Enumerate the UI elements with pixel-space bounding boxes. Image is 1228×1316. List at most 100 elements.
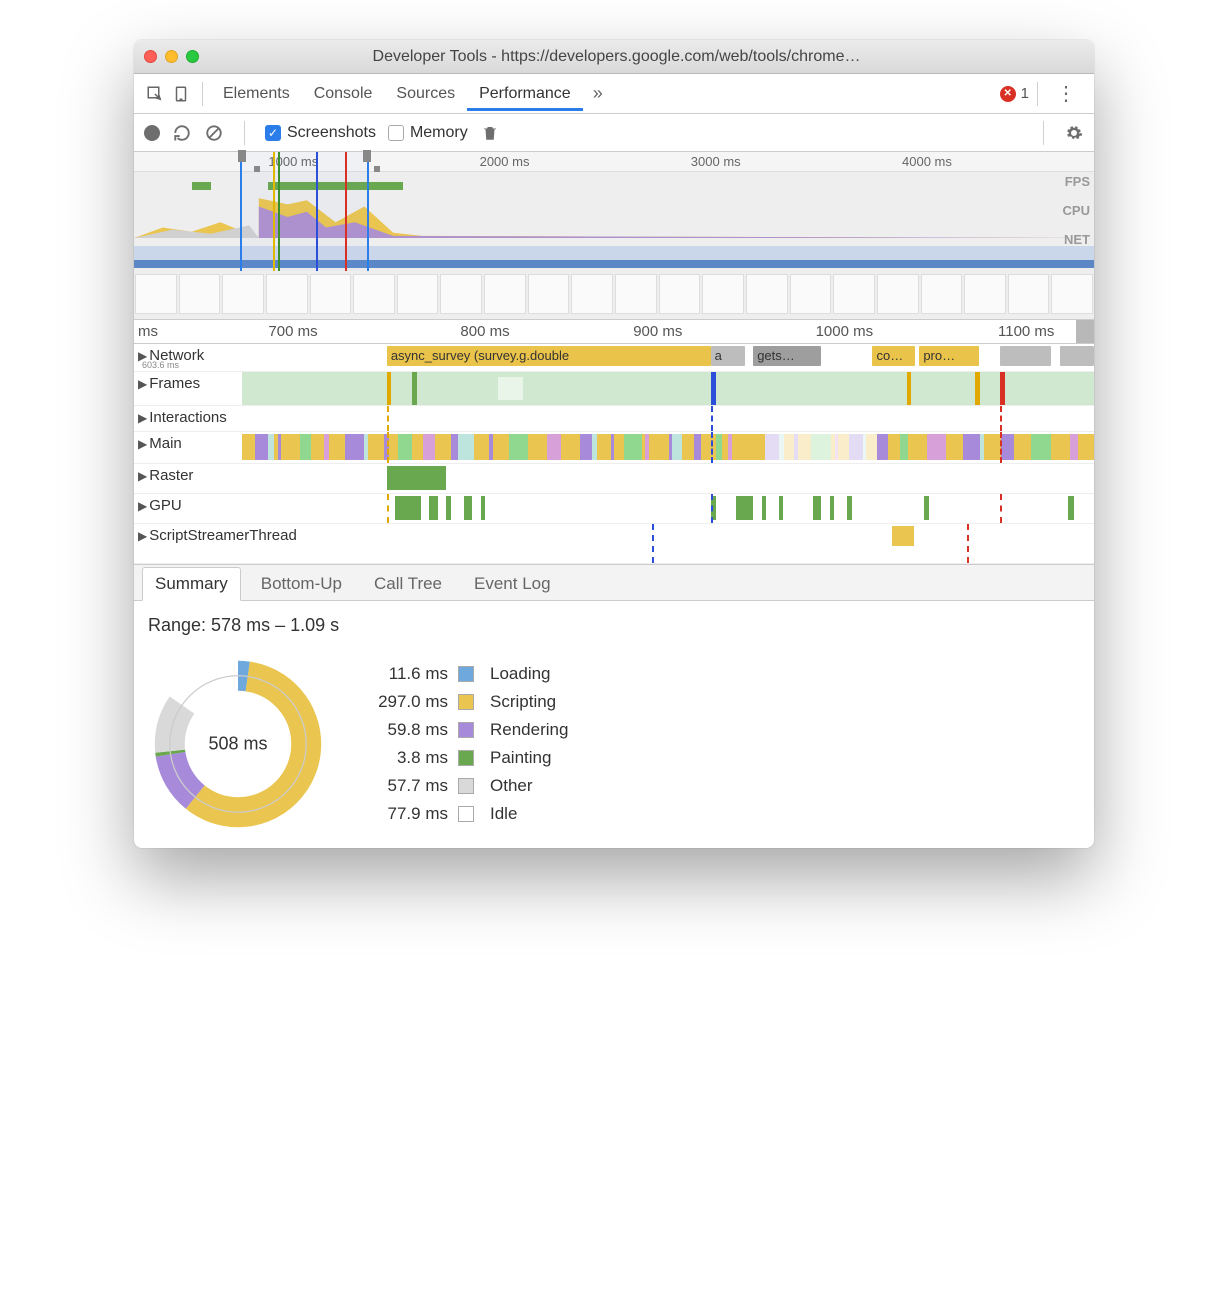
selection-range[interactable] xyxy=(240,152,370,271)
track-label: Raster xyxy=(149,467,193,484)
network-bar[interactable] xyxy=(1060,346,1094,366)
tab-event-log[interactable]: Event Log xyxy=(462,568,563,600)
tab-performance[interactable]: Performance xyxy=(467,77,583,111)
expand-icon[interactable]: ▶ xyxy=(138,527,147,543)
expand-icon[interactable]: ▶ xyxy=(138,467,147,483)
thumbnail xyxy=(833,274,875,314)
overview-pane[interactable]: 1000 ms 2000 ms 3000 ms 4000 ms FPS CPU … xyxy=(134,152,1094,320)
expand-icon[interactable]: ▶ xyxy=(138,435,147,451)
marker-line xyxy=(316,152,318,271)
ruler-tick: 2000 ms xyxy=(480,154,530,169)
memory-label: Memory xyxy=(410,124,468,142)
error-count: 1 xyxy=(1021,85,1029,102)
network-bar[interactable]: a xyxy=(711,346,745,366)
checkbox-icon: ✓ xyxy=(265,125,281,141)
thumbnail xyxy=(266,274,308,314)
thumbnail xyxy=(921,274,963,314)
checkbox-icon xyxy=(388,125,404,141)
main-segment xyxy=(624,434,642,460)
network-bar[interactable]: co… xyxy=(872,346,915,366)
main-segment xyxy=(547,434,561,460)
clear-button[interactable] xyxy=(204,123,224,143)
track-interactions: ▶Interactions xyxy=(134,406,1094,432)
main-segment xyxy=(368,434,384,460)
device-toggle-icon[interactable] xyxy=(168,81,194,107)
expand-icon[interactable]: ▶ xyxy=(138,409,147,425)
thumbnail xyxy=(397,274,439,314)
inspect-icon[interactable] xyxy=(142,81,168,107)
marker-line xyxy=(278,152,280,271)
screenshots-checkbox[interactable]: ✓ Screenshots xyxy=(265,124,376,142)
legend-label: Other xyxy=(490,776,568,796)
main-segment xyxy=(398,434,412,460)
traffic-lights xyxy=(144,50,199,63)
gpu-segment xyxy=(813,496,822,520)
main-segment xyxy=(748,434,765,460)
error-indicator[interactable]: ✕ 1 xyxy=(1000,85,1029,102)
main-segment xyxy=(1051,434,1070,460)
thumbnail xyxy=(179,274,221,314)
interactions-body xyxy=(242,406,1094,431)
memory-checkbox[interactable]: Memory xyxy=(388,124,468,142)
network-bar[interactable]: async_survey (survey.g.double xyxy=(387,346,711,366)
main-segment xyxy=(389,434,398,460)
track-gpu: ▶GPU xyxy=(134,494,1094,524)
tab-elements[interactable]: Elements xyxy=(211,77,302,111)
main-segment xyxy=(458,434,475,460)
thumbnail xyxy=(222,274,264,314)
thumbnail xyxy=(964,274,1006,314)
marker-line xyxy=(345,152,347,271)
main-segment xyxy=(877,434,887,460)
track-frames: ▶Frames 603.6 ms 206.0 ms xyxy=(134,372,1094,406)
main-segment xyxy=(963,434,979,460)
flame-ruler: ms 700 ms 800 ms 900 ms 1000 ms 1100 ms xyxy=(134,320,1094,344)
network-bar[interactable]: gets… xyxy=(753,346,821,366)
main-segment xyxy=(1070,434,1079,460)
separator xyxy=(1037,82,1038,106)
track-network: ▶Network async_survey (survey.g.doubleag… xyxy=(134,344,1094,372)
tab-call-tree[interactable]: Call Tree xyxy=(362,568,454,600)
minimize-icon[interactable] xyxy=(165,50,178,63)
main-segment xyxy=(842,434,849,460)
expand-icon[interactable]: ▶ xyxy=(138,375,147,391)
main-segment xyxy=(1014,434,1031,460)
close-icon[interactable] xyxy=(144,50,157,63)
thumbnail xyxy=(659,274,701,314)
thumbnail xyxy=(1051,274,1093,314)
network-bar[interactable] xyxy=(1000,346,1051,366)
main-segment xyxy=(1001,434,1013,460)
main-segment xyxy=(509,434,528,460)
screenshots-label: Screenshots xyxy=(287,124,376,142)
reload-button[interactable] xyxy=(172,123,192,143)
legend-value: 59.8 ms xyxy=(358,720,448,740)
track-label: GPU xyxy=(149,497,182,514)
maximize-icon[interactable] xyxy=(186,50,199,63)
gpu-segment xyxy=(446,496,450,520)
main-segment xyxy=(701,434,717,460)
main-segment xyxy=(798,434,811,460)
trash-button[interactable] xyxy=(480,123,500,143)
expand-icon[interactable]: ▶ xyxy=(138,497,147,513)
track-label: Main xyxy=(149,435,182,452)
main-segment xyxy=(732,434,748,460)
tab-sources[interactable]: Sources xyxy=(384,77,467,111)
main-segment xyxy=(474,434,489,460)
thumbnail xyxy=(353,274,395,314)
network-bar[interactable]: pro… xyxy=(919,346,979,366)
flame-chart[interactable]: ms 700 ms 800 ms 900 ms 1000 ms 1100 ms … xyxy=(134,320,1094,565)
tab-console[interactable]: Console xyxy=(302,77,385,111)
tab-bottom-up[interactable]: Bottom-Up xyxy=(249,568,354,600)
separator xyxy=(244,121,245,145)
summary-legend: 11.6 msLoading297.0 msScripting59.8 msRe… xyxy=(358,664,568,824)
legend-value: 57.7 ms xyxy=(358,776,448,796)
scrollbar[interactable] xyxy=(1076,320,1094,343)
track-main: ▶Main xyxy=(134,432,1094,464)
record-button[interactable] xyxy=(144,125,160,141)
thumbnail xyxy=(615,274,657,314)
tab-summary[interactable]: Summary xyxy=(142,567,241,601)
settings-icon[interactable] xyxy=(1064,123,1084,143)
ssthread-body xyxy=(344,524,1094,563)
kebab-menu-icon[interactable]: ⋮ xyxy=(1046,81,1086,106)
more-tabs-icon[interactable]: » xyxy=(583,83,613,104)
legend-value: 3.8 ms xyxy=(358,748,448,768)
